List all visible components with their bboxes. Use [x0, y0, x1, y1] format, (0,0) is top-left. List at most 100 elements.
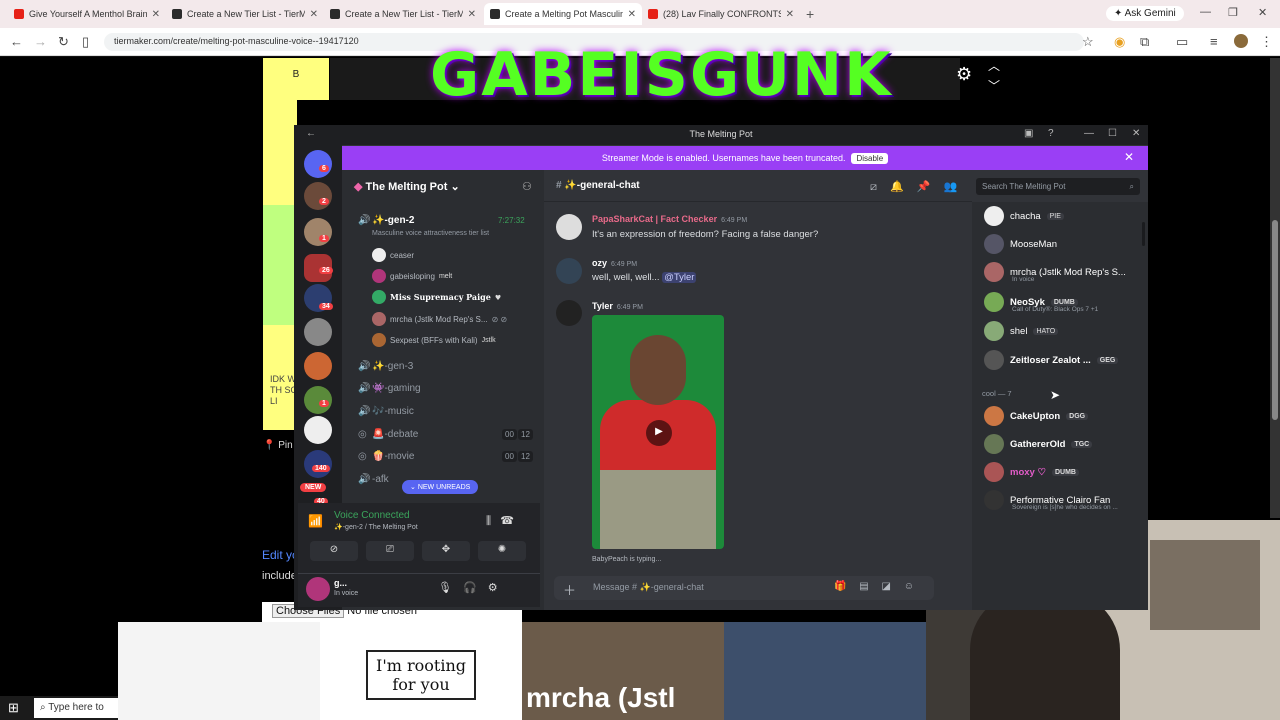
server-icon[interactable]: [304, 450, 332, 478]
gear-icon[interactable]: ⚙: [488, 582, 498, 594]
close-icon[interactable]: ✕: [628, 9, 636, 20]
sticker-icon[interactable]: ◪: [881, 581, 890, 592]
invite-people-icon[interactable]: ⚇: [522, 180, 532, 193]
close-icon[interactable]: ✕: [468, 9, 476, 20]
forward-icon[interactable]: →: [34, 34, 47, 49]
scrollbar-thumb[interactable]: [1272, 220, 1278, 420]
thumbnail-bear[interactable]: [724, 622, 926, 720]
soundboard-button[interactable]: ✺: [478, 541, 526, 561]
sidebar-icon[interactable]: ▯: [82, 34, 89, 50]
taskbar-search[interactable]: ⌕ Type here to: [34, 698, 118, 718]
back-icon[interactable]: ←: [306, 128, 316, 139]
bookmark-star-icon[interactable]: ☆: [1082, 34, 1094, 50]
windows-start-icon[interactable]: ⊞: [8, 700, 19, 716]
message-author[interactable]: PapaSharkCat | Fact Checker 6:49 PM: [592, 214, 747, 224]
headphones-icon[interactable]: 🎧: [463, 582, 477, 594]
cast-icon[interactable]: ▭: [1176, 34, 1188, 50]
browser-tab[interactable]: (28) Lav Finally CONFRONTS Da... ✕: [642, 3, 800, 25]
avatar[interactable]: [556, 214, 582, 240]
member-item[interactable]: chacha PIE: [984, 206, 1064, 226]
voice-location[interactable]: ✨-gen-2 / The Melting Pot: [334, 523, 418, 531]
rss-icon[interactable]: ◉: [1114, 34, 1125, 50]
member-item[interactable]: CakeUpton DGG: [984, 406, 1089, 426]
activities-button[interactable]: ✥: [422, 541, 470, 561]
pin-icon[interactable]: 📌: [917, 181, 931, 193]
camera-button[interactable]: ⊘: [310, 541, 358, 561]
discord-home-icon[interactable]: [304, 150, 332, 178]
close-icon[interactable]: ✕: [786, 9, 794, 20]
message-author[interactable]: ozy 6:49 PM: [592, 258, 637, 268]
avatar[interactable]: [556, 300, 582, 326]
member-list-scrollbar[interactable]: [1142, 222, 1145, 246]
ask-gemini-button[interactable]: ✦ Ask Gemini: [1106, 6, 1184, 21]
member-item[interactable]: MooseMan: [984, 234, 1057, 254]
search-input[interactable]: Search The Melting Pot ⌕: [976, 178, 1140, 195]
thumbnail-manga[interactable]: [118, 622, 320, 720]
close-icon[interactable]: ✕: [310, 9, 318, 20]
inbox-icon[interactable]: ▣: [1024, 128, 1033, 139]
minimize-button[interactable]: —: [1200, 6, 1211, 18]
server-icon[interactable]: [304, 318, 332, 346]
user-mention[interactable]: @Tyler: [662, 272, 697, 283]
new-unreads-button[interactable]: ⌄ NEW UNREADS: [402, 480, 479, 494]
voice-user[interactable]: ceaser: [372, 248, 414, 262]
server-icon[interactable]: [304, 182, 332, 210]
channel-music[interactable]: 🔊 🎶-music: [358, 406, 538, 417]
member-item[interactable]: GathererOld TGC: [984, 434, 1093, 454]
maximize-button[interactable]: ☐: [1108, 128, 1117, 139]
avatar[interactable]: [306, 577, 330, 601]
voice-user[interactable]: gabeisloping melt: [372, 269, 452, 283]
message-author[interactable]: Tyler 6:49 PM: [592, 301, 643, 311]
extensions-icon[interactable]: ⧉: [1140, 34, 1149, 50]
back-icon[interactable]: ←: [10, 34, 23, 49]
server-icon[interactable]: [304, 416, 332, 444]
minimize-button[interactable]: —: [1084, 128, 1094, 139]
channel-gen-3[interactable]: 🔊 ✨-gen-3: [358, 361, 538, 372]
close-icon[interactable]: ✕: [152, 9, 160, 20]
channel-gaming[interactable]: 🔊 👾-gaming: [358, 383, 538, 394]
disable-button[interactable]: Disable: [851, 153, 889, 164]
server-icon[interactable]: [304, 218, 332, 246]
play-icon[interactable]: ▶: [646, 420, 672, 446]
browser-tab[interactable]: Create a New Tier List - TierMaker ✕: [166, 3, 324, 25]
microphone-icon[interactable]: 🎙: [438, 582, 452, 594]
voice-user[interactable]: Sexpest (BFFs with Kali) Jstlk: [372, 333, 496, 347]
bell-icon[interactable]: 🔔: [890, 181, 904, 193]
thumbnail-cowgirl[interactable]: mrcha (Jstl: [522, 622, 724, 720]
tier-move-arrows[interactable]: ︿ ﹀: [988, 56, 1000, 96]
attach-plus-icon[interactable]: ＋: [563, 580, 576, 599]
browser-tab-active[interactable]: Create a Melting Pot Masculine Voice ✕: [484, 3, 642, 25]
settings-gear-icon[interactable]: ⚙: [956, 64, 972, 85]
voice-user[interactable]: Miss Supremacy Paige ♥: [372, 290, 501, 304]
menu-lines-icon[interactable]: ≡: [1210, 34, 1218, 49]
member-item[interactable]: shel HATO: [984, 321, 1059, 341]
gift-icon[interactable]: 🎁: [834, 581, 846, 592]
close-icon[interactable]: ✕: [1124, 150, 1134, 164]
new-tab-button[interactable]: +: [806, 6, 814, 22]
close-window-button[interactable]: ✕: [1258, 6, 1267, 19]
more-icon[interactable]: ⋮: [1260, 34, 1273, 50]
member-item[interactable]: mrcha (Jstlk Mod Rep's S...: [984, 262, 1126, 282]
disconnect-icon[interactable]: ☎: [500, 515, 514, 527]
voice-status[interactable]: Voice Connected: [334, 510, 410, 521]
browser-tab[interactable]: Give Yourself A Menthol Brainrot ✕: [8, 3, 166, 25]
emoji-icon[interactable]: ☺: [904, 581, 914, 592]
member-item[interactable]: Zeitloser Zealot ... GEG: [984, 350, 1119, 370]
signal-icon[interactable]: 📶: [308, 514, 323, 528]
member-item[interactable]: moxy ♡ DUMB: [984, 462, 1079, 482]
browser-tab[interactable]: Create a New Tier List - TierMaker ✕: [324, 3, 482, 25]
help-icon[interactable]: ?: [1048, 128, 1054, 139]
message-input[interactable]: Message # ✨-general-chat: [593, 582, 704, 593]
server-name-button[interactable]: ◆ The Melting Pot ⌄: [354, 180, 460, 193]
threads-icon[interactable]: ⧄: [870, 181, 877, 193]
maximize-button[interactable]: ❐: [1228, 6, 1238, 19]
gif-icon[interactable]: ▤: [859, 581, 868, 592]
members-icon[interactable]: 👥: [944, 181, 958, 193]
avatar[interactable]: [556, 258, 582, 284]
voice-user[interactable]: mrcha (Jstlk Mod Rep's S... ⊘ ⊘: [372, 312, 507, 326]
server-icon[interactable]: [304, 352, 332, 380]
screenshare-button[interactable]: ⎚: [366, 541, 414, 561]
profile-avatar[interactable]: [1234, 34, 1248, 48]
noise-suppression-icon[interactable]: ⫼: [486, 515, 491, 527]
thumbnail-rooting[interactable]: I'm rooting for you: [320, 622, 522, 720]
